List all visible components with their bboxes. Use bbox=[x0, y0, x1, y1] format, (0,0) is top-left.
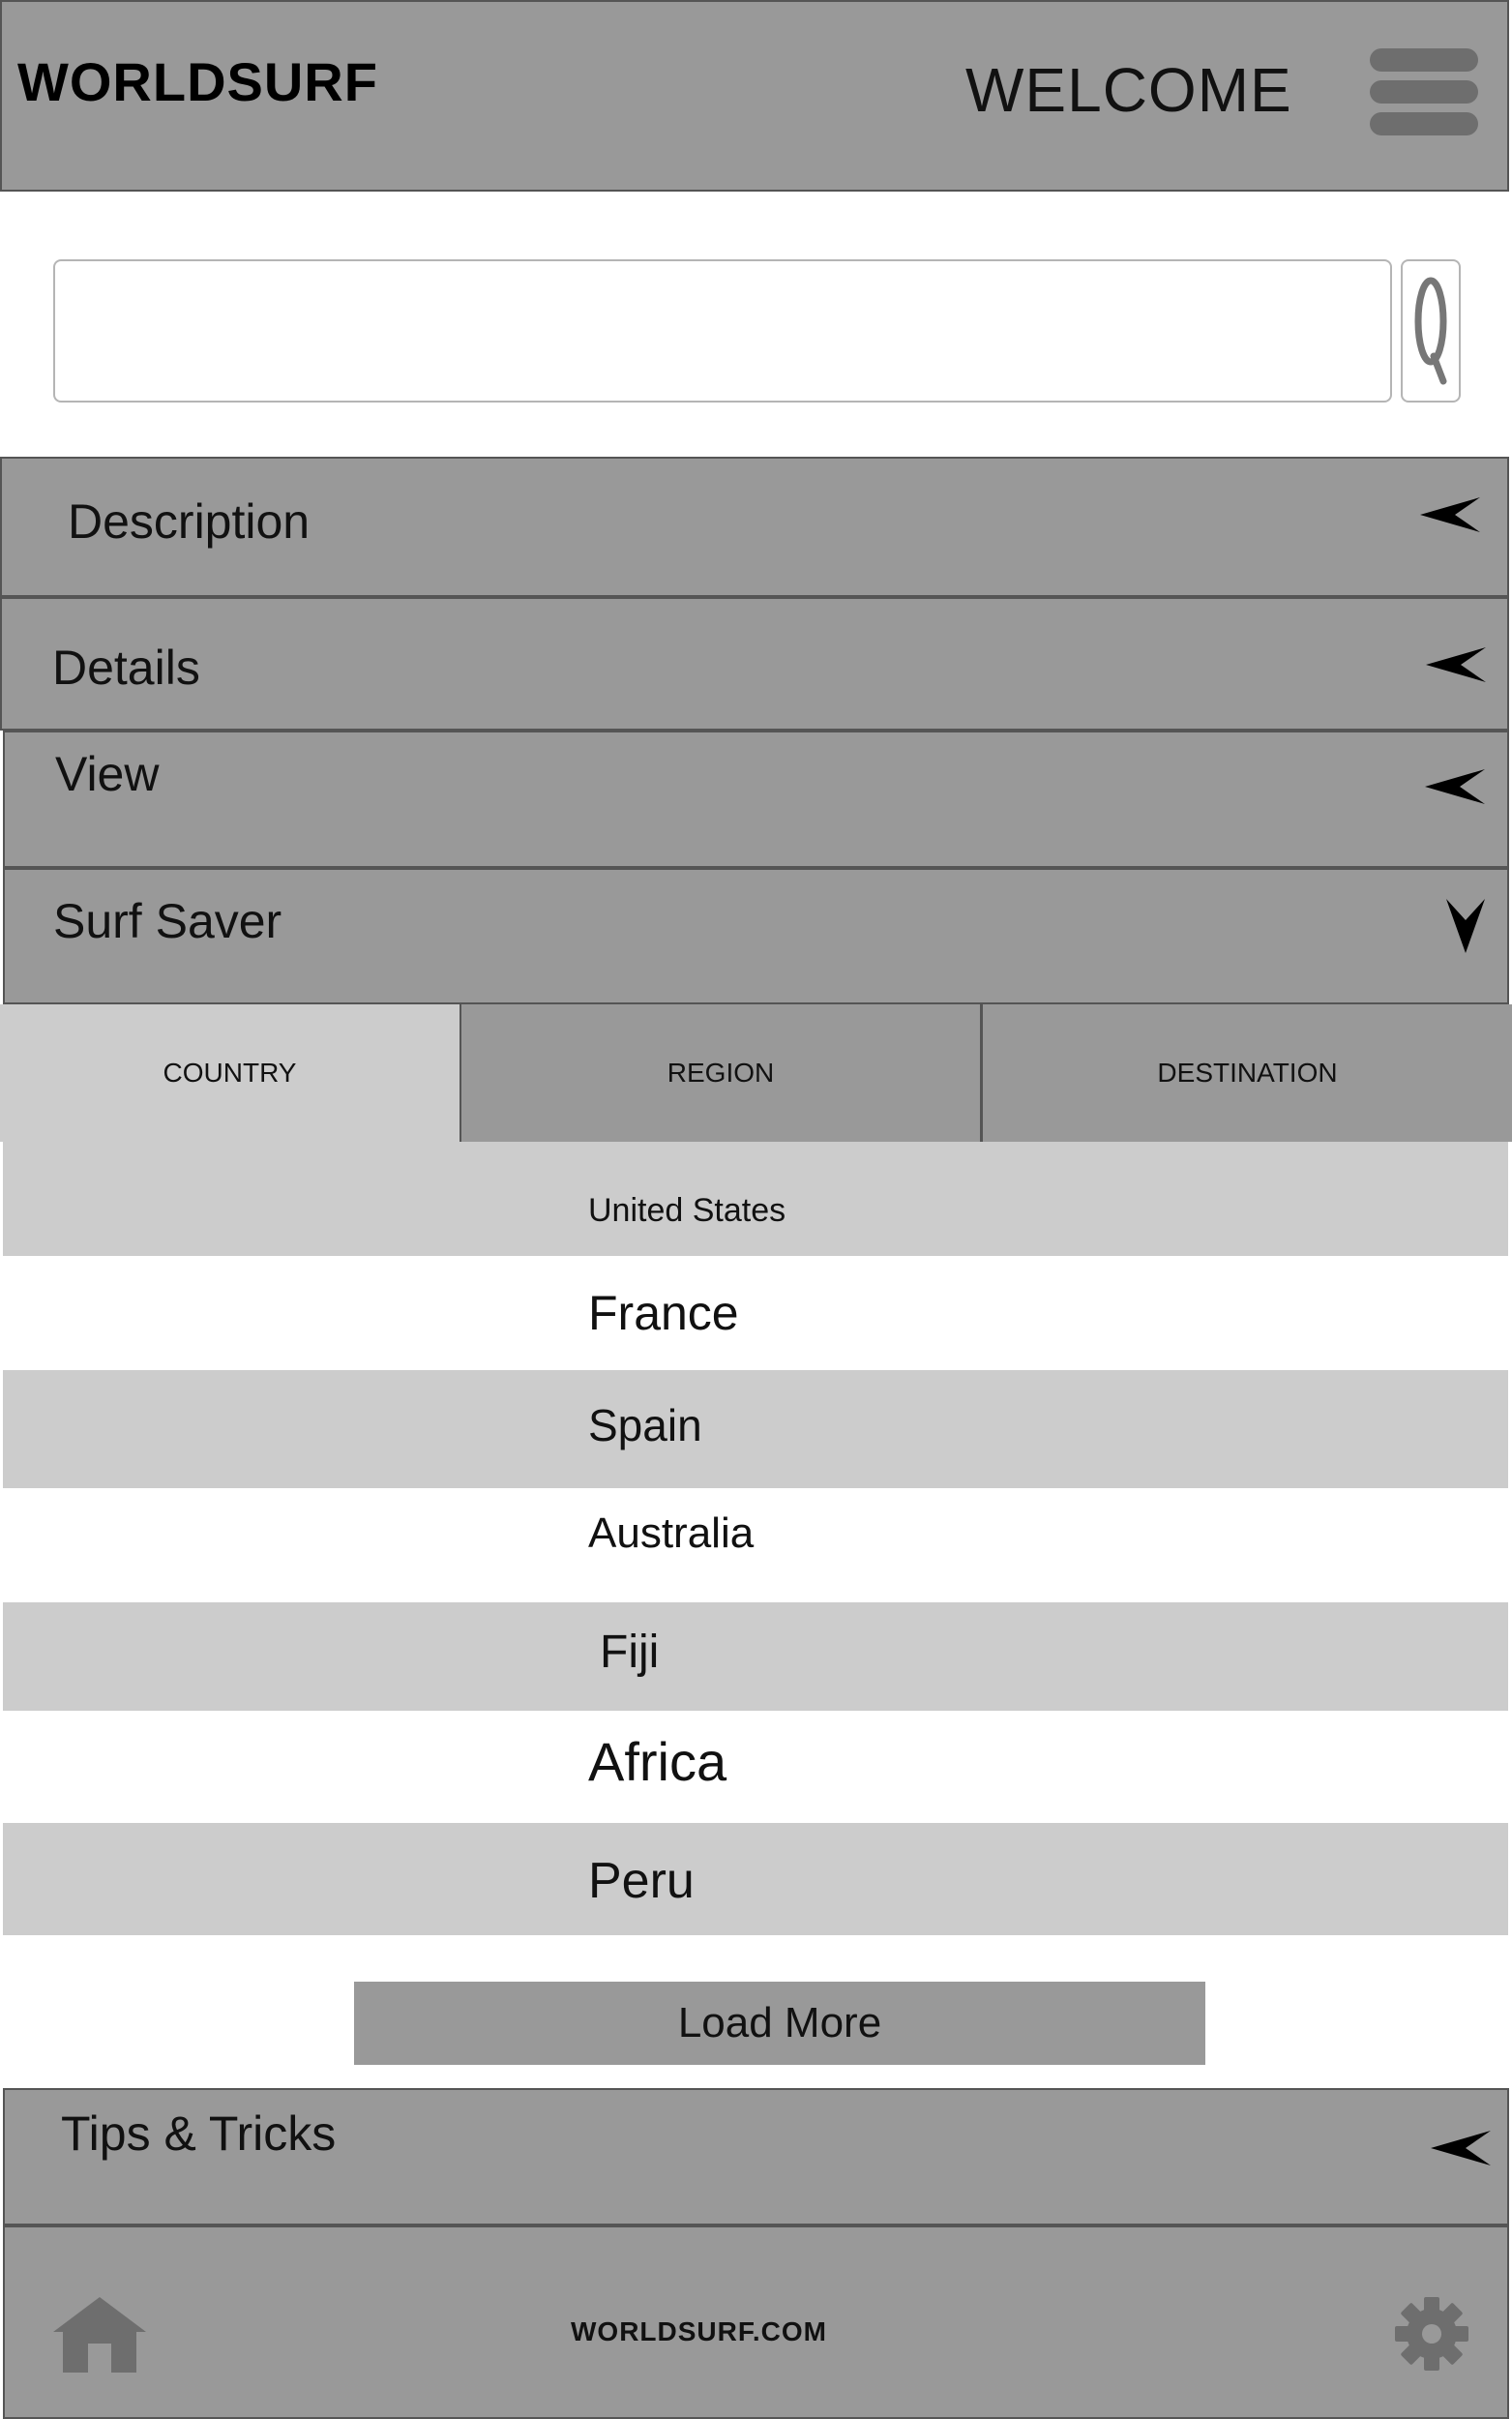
hamburger-menu-icon[interactable] bbox=[1370, 48, 1478, 135]
accordion-surf-saver[interactable]: Surf Saver bbox=[3, 868, 1509, 1004]
chevron-left-icon bbox=[1425, 769, 1485, 804]
accordion-tips-tricks[interactable]: Tips & Tricks bbox=[3, 2088, 1509, 2225]
tab-region[interactable]: REGION bbox=[460, 1004, 980, 1142]
country-name: United States bbox=[588, 1192, 786, 1229]
search-input[interactable] bbox=[53, 259, 1392, 403]
accordion-tips-tricks-label: Tips & Tricks bbox=[61, 2106, 337, 2161]
app-logo[interactable]: WORLDSURF bbox=[17, 50, 378, 113]
list-item[interactable]: United States bbox=[3, 1142, 1508, 1256]
gear-icon[interactable] bbox=[1393, 2295, 1470, 2373]
accordion-view[interactable]: View bbox=[3, 731, 1509, 868]
list-item[interactable]: Spain bbox=[3, 1370, 1508, 1488]
chevron-left-icon bbox=[1431, 2131, 1491, 2165]
app-footer: WORLDSURF.COM bbox=[3, 2225, 1509, 2419]
accordion-description-label: Description bbox=[68, 494, 311, 549]
footer-site-link[interactable]: WORLDSURF.COM bbox=[571, 2316, 827, 2347]
accordion-details-label: Details bbox=[52, 641, 200, 695]
accordion-description[interactable]: Description bbox=[0, 457, 1509, 597]
chevron-down-icon bbox=[1446, 899, 1485, 953]
chevron-left-icon bbox=[1426, 647, 1486, 682]
list-item[interactable]: Fiji bbox=[3, 1602, 1508, 1711]
list-item[interactable]: Africa bbox=[3, 1711, 1508, 1823]
country-name: Africa bbox=[588, 1731, 727, 1792]
chevron-left-icon bbox=[1420, 497, 1480, 532]
country-name: Peru bbox=[588, 1853, 695, 1909]
country-name: France bbox=[588, 1286, 739, 1340]
search-button[interactable] bbox=[1401, 259, 1461, 403]
list-item[interactable]: Australia bbox=[3, 1488, 1508, 1602]
list-item[interactable]: Peru bbox=[3, 1823, 1508, 1935]
accordion-surf-saver-label: Surf Saver bbox=[53, 894, 282, 948]
welcome-text: WELCOME bbox=[965, 55, 1292, 125]
accordion-view-label: View bbox=[55, 747, 160, 801]
tab-country[interactable]: COUNTRY bbox=[0, 1004, 460, 1142]
country-name: Fiji bbox=[600, 1627, 660, 1678]
tab-destination[interactable]: DESTINATION bbox=[980, 1004, 1512, 1142]
accordion-details[interactable]: Details bbox=[0, 597, 1509, 731]
search-icon bbox=[1414, 277, 1447, 385]
home-icon[interactable] bbox=[53, 2297, 146, 2373]
country-name: Australia bbox=[588, 1509, 755, 1557]
load-more-button[interactable]: Load More bbox=[354, 1982, 1205, 2065]
list-item[interactable]: France bbox=[3, 1256, 1508, 1370]
country-name: Spain bbox=[588, 1400, 702, 1450]
